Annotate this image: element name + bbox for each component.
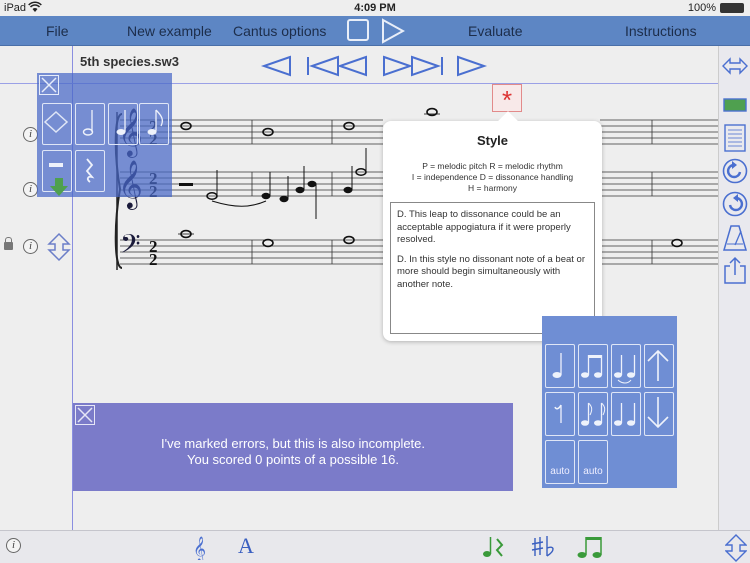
clock: 4:09 PM	[354, 2, 396, 14]
beamed-notes-icon[interactable]	[576, 534, 604, 563]
move-up-icon[interactable]	[42, 103, 72, 145]
file-menu[interactable]: File	[46, 23, 69, 39]
document-icon[interactable]	[722, 124, 748, 157]
rewind-to-start-icon[interactable]	[306, 55, 368, 82]
close-icon[interactable]	[39, 75, 59, 95]
auto-button[interactable]: auto	[578, 440, 608, 484]
arrow-down-icon[interactable]	[644, 392, 674, 436]
info-icon[interactable]: i	[23, 127, 38, 142]
move-down-icon[interactable]	[49, 178, 69, 203]
beamed-sixteenths-icon[interactable]	[578, 392, 608, 436]
comments-box[interactable]: D. This leap to dissonance could be an a…	[390, 202, 595, 334]
accidentals-icon[interactable]	[530, 534, 556, 563]
status-bar: iPad 4:09 PM 100%	[0, 0, 750, 16]
evaluate-button[interactable]: Evaluate	[468, 23, 522, 39]
quarter-note-icon[interactable]	[545, 344, 575, 388]
new-example-button[interactable]: New example	[127, 23, 212, 39]
eighth-rest-icon[interactable]	[545, 392, 575, 436]
instructions-button[interactable]: Instructions	[625, 23, 697, 39]
comment-text: D. In this style no dissonant note of a …	[397, 253, 586, 290]
redo-icon[interactable]	[722, 191, 748, 222]
quarter-note-icon[interactable]	[108, 103, 138, 145]
comment-text: D. This leap to dissonance could be an a…	[397, 209, 571, 245]
half-note-icon[interactable]	[75, 103, 105, 145]
battery-percent: 100%	[687, 2, 716, 14]
legend-line: P = melodic pitch R = melodic rhythm	[422, 161, 563, 171]
note-value-panel	[37, 73, 172, 197]
tied-quarters-icon[interactable]	[611, 344, 641, 388]
battery-icon	[720, 3, 744, 13]
move-up-down-icon[interactable]	[724, 534, 748, 563]
expand-horizontal-icon[interactable]	[722, 55, 748, 82]
auto-button[interactable]: auto	[545, 440, 575, 484]
green-bar-icon[interactable]	[722, 97, 748, 118]
message-line: I've marked errors, but this is also inc…	[160, 436, 426, 451]
metronome-icon[interactable]	[722, 224, 748, 257]
top-menu-bar: File New example Cantus options Evaluate…	[0, 16, 750, 46]
legend-line: H = harmony	[468, 183, 517, 193]
step-forward-icon[interactable]	[456, 55, 488, 82]
move-up-down-icon[interactable]	[47, 232, 71, 267]
cantus-options-button[interactable]: Cantus options	[233, 23, 326, 39]
popover-title: Style	[476, 133, 509, 148]
document-filename: 5th species.sw3	[80, 54, 179, 69]
svg-text:𝄞: 𝄞	[193, 536, 206, 560]
treble-clef-icon[interactable]: 𝄞	[192, 534, 210, 563]
time-signature-bottom: 2	[149, 250, 158, 269]
two-quarters-icon[interactable]	[611, 392, 641, 436]
message-line: You scored 0 points of a possible 16.	[187, 452, 399, 467]
info-icon[interactable]: i	[23, 182, 38, 197]
style-legend: P = melodic pitch R = melodic rhythm I =…	[383, 161, 602, 194]
rhythm-palette: auto auto	[542, 316, 677, 488]
legend-line: I = independence D = dissonance handling	[411, 172, 574, 182]
lock-icon	[4, 237, 13, 250]
note-rest-icon[interactable]	[481, 534, 509, 563]
evaluation-message-panel: I've marked errors, but this is also inc…	[73, 403, 513, 491]
info-icon[interactable]: i	[23, 239, 38, 254]
undo-icon[interactable]	[722, 158, 748, 189]
beamed-eighths-icon[interactable]	[578, 344, 608, 388]
share-icon[interactable]	[722, 256, 748, 289]
close-icon[interactable]	[75, 405, 95, 425]
info-icon[interactable]: i	[6, 538, 21, 553]
right-toolbar	[718, 46, 750, 530]
play-icon[interactable]	[381, 18, 406, 49]
bottom-toolbar: i 𝄞 A	[0, 530, 750, 563]
step-back-icon[interactable]	[260, 55, 292, 82]
text-tool-icon[interactable]: A	[238, 533, 254, 559]
style-popover: Style P = melodic pitch R = melodic rhyt…	[383, 111, 602, 341]
arrow-up-icon[interactable]	[644, 344, 674, 388]
eighth-note-icon[interactable]	[139, 103, 169, 145]
svg-text:𝄢: 𝄢	[120, 228, 141, 266]
stop-icon[interactable]	[347, 19, 369, 41]
fast-forward-to-end-icon[interactable]	[382, 55, 444, 82]
quarter-rest-icon[interactable]	[75, 150, 105, 192]
